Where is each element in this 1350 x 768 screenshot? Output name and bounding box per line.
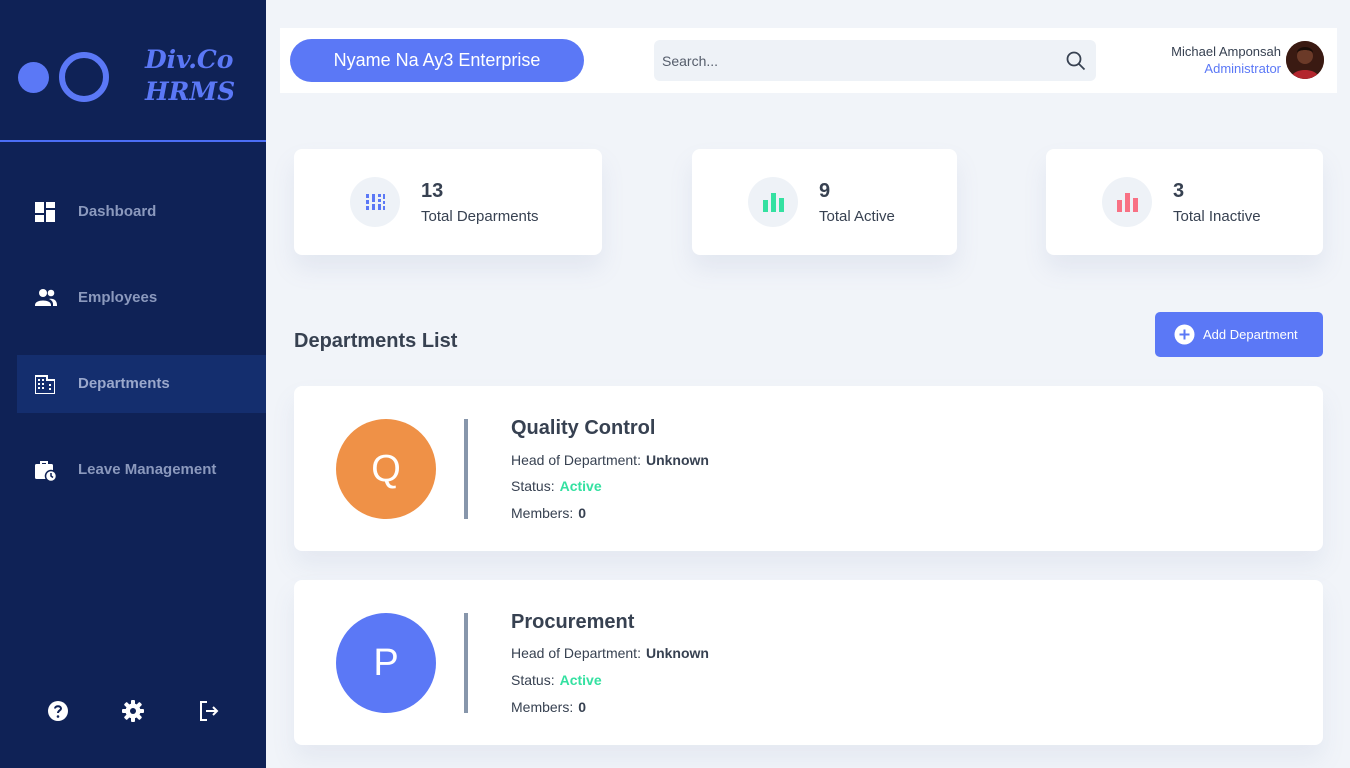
briefcase-clock-icon [35, 461, 57, 482]
department-members-row: Members: 0 [511, 699, 586, 715]
search-box [654, 40, 1096, 81]
field-label: Head of Department: [511, 645, 641, 661]
stat-value: 13 [421, 180, 444, 202]
logo-dot [18, 62, 49, 93]
department-status-row: Status: Active [511, 478, 602, 494]
divider [464, 419, 468, 519]
avatar[interactable] [1286, 41, 1324, 79]
department-head-row: Head of Department: Unknown [511, 452, 709, 468]
company-selector[interactable]: Nyame Na Ay3 Enterprise [290, 39, 584, 82]
logo-ring [59, 52, 109, 102]
field-label: Head of Department: [511, 452, 641, 468]
stat-icon-badge [748, 177, 798, 227]
logout-icon[interactable] [197, 699, 221, 723]
members-count: 0 [578, 699, 587, 715]
stat-card-total-active: 9 Total Active [692, 149, 957, 255]
user-name: Michael Amponsah [1171, 44, 1281, 59]
sidebar-item-employees[interactable]: Employees [17, 269, 266, 327]
department-status-row: Status: Active [511, 672, 602, 688]
barcode-grid-icon [366, 194, 385, 210]
stat-icon-badge [1102, 177, 1152, 227]
stat-icon-badge [350, 177, 400, 227]
sidebar-item-departments[interactable]: Departments [17, 355, 266, 413]
search-input[interactable] [662, 40, 1052, 81]
people-icon [35, 289, 57, 306]
status-value: Active [559, 672, 602, 688]
stat-value: 9 [819, 180, 831, 202]
top-bar: Nyame Na Ay3 Enterprise Michael Amponsah… [280, 28, 1337, 93]
department-avatar: P [336, 613, 436, 713]
stat-label: Total Active [819, 208, 895, 225]
avatar-image [1286, 41, 1324, 79]
bar-chart-icon [1117, 193, 1138, 212]
sidebar-item-leave-management[interactable]: Leave Management [17, 441, 266, 499]
dashboard-grid-icon [35, 202, 55, 222]
department-card[interactable]: P Procurement Head of Department: Unknown… [294, 580, 1323, 745]
sidebar-item-label: Employees [78, 289, 158, 306]
section-title: Departments List [294, 330, 458, 352]
department-name: Quality Control [511, 417, 656, 439]
sidebar-item-label: Leave Management [78, 461, 217, 478]
user-role: Administrator [1204, 61, 1281, 76]
divider [464, 613, 468, 713]
help-icon[interactable] [46, 699, 70, 723]
sidebar-item-label: Dashboard [78, 203, 157, 220]
department-members-row: Members: 0 [511, 505, 586, 521]
department-head: Unknown [645, 452, 709, 468]
add-department-button[interactable]: Add Department [1155, 312, 1323, 357]
department-head: Unknown [645, 645, 709, 661]
gear-icon[interactable] [121, 699, 145, 723]
logo[interactable]: Div.Co HRMS [0, 0, 266, 142]
department-head-row: Head of Department: Unknown [511, 645, 709, 661]
add-department-label: Add Department [1203, 327, 1298, 342]
brand-line-2: HRMS [145, 77, 236, 106]
stat-label: Total Inactive [1173, 208, 1261, 225]
search-icon[interactable] [1064, 49, 1088, 73]
stat-value: 3 [1173, 180, 1185, 202]
stat-card-total-departments: 13 Total Deparments [294, 149, 602, 255]
department-name: Procurement [511, 611, 635, 633]
stat-card-total-inactive: 3 Total Inactive [1046, 149, 1323, 255]
field-label: Status: [511, 672, 555, 688]
sidebar-item-label: Departments [78, 375, 170, 392]
members-count: 0 [578, 505, 587, 521]
bar-chart-icon [763, 193, 784, 212]
stat-label: Total Deparments [421, 208, 539, 225]
brand-name: Div.Co HRMS [145, 44, 255, 108]
department-card[interactable]: Q Quality Control Head of Department: Unk… [294, 386, 1323, 551]
status-value: Active [559, 478, 602, 494]
sidebar-item-dashboard[interactable]: Dashboard [17, 183, 266, 241]
field-label: Members: [511, 699, 574, 715]
field-label: Status: [511, 478, 555, 494]
plus-circle-icon [1174, 324, 1195, 345]
field-label: Members: [511, 505, 574, 521]
brand-line-1: Div.Co [145, 45, 234, 74]
sidebar: Div.Co HRMS Dashboard Employees Departme… [0, 0, 266, 768]
building-icon [35, 375, 55, 394]
department-avatar: Q [336, 419, 436, 519]
